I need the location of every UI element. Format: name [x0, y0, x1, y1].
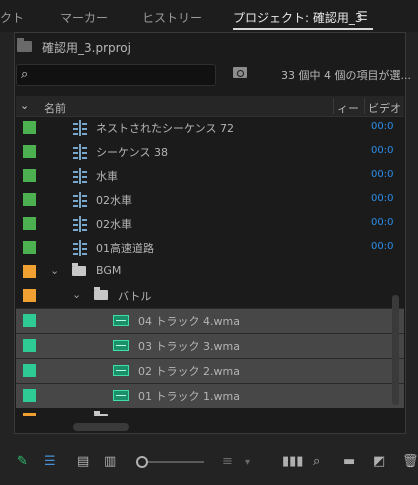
- item-name: 02水車: [96, 218, 132, 231]
- column-divider[interactable]: [364, 98, 365, 114]
- panel-tab-bar: クト マーカー ヒストリー プロジェクト: 確認用_3 ☰: [0, 0, 418, 32]
- video-timecode: 00:0: [371, 193, 394, 204]
- item-name: 04 トラック 4.wma: [138, 315, 240, 328]
- label-color-swatch[interactable]: [23, 241, 36, 254]
- sequence-icon: [73, 168, 87, 184]
- label-color-swatch[interactable]: [23, 413, 36, 416]
- item-name: 02水車: [96, 194, 132, 207]
- video-timecode: 00:0: [371, 241, 394, 252]
- list-item[interactable]: 04 トラック 4.wma: [16, 308, 404, 333]
- project-file-icon: [17, 38, 32, 52]
- automate-to-sequence-icon[interactable]: ▮▮▮: [282, 454, 303, 469]
- trash-icon[interactable]: 🗑: [402, 454, 418, 469]
- project-file-name: 確認用_3.prproj: [42, 41, 131, 55]
- vertical-scrollbar[interactable]: [392, 295, 399, 405]
- item-name: ネストされたシーケンス 72: [96, 122, 234, 135]
- project-toolbar: ✎ ☰ ▤ ▥ ≡ ▾ ▮▮▮ ⌕ ▬ ◩ 🗑: [0, 448, 418, 478]
- list-item[interactable]: ネストされたシーケンス 72 00:0: [16, 116, 404, 140]
- zoom-slider-handle[interactable]: [136, 456, 148, 468]
- list-item[interactable]: 03 トラック 3.wma: [16, 333, 404, 358]
- list-item[interactable]: 01 トラック 1.wma: [16, 383, 404, 408]
- pencil-icon[interactable]: ✎: [17, 454, 28, 469]
- list-item[interactable]: 02 トラック 2.wma: [16, 358, 404, 383]
- label-color-swatch[interactable]: [23, 314, 36, 327]
- bin-folder-icon: [72, 263, 86, 276]
- item-name: バトル: [118, 290, 152, 303]
- item-name: 02 トラック 2.wma: [138, 365, 240, 378]
- search-icon: ⌕: [21, 67, 29, 82]
- horizontal-scrollbar[interactable]: [73, 423, 129, 431]
- audio-clip-icon: [113, 340, 129, 351]
- item-name: 01高速道路: [96, 242, 154, 255]
- tab-history[interactable]: ヒストリー: [142, 9, 202, 26]
- label-color-swatch[interactable]: [23, 265, 36, 278]
- list-item[interactable]: ⌄ BGM: [16, 260, 404, 284]
- video-timecode: 00:0: [371, 217, 394, 228]
- item-name: 01 トラック 1.wma: [138, 390, 240, 403]
- sequence-icon: [73, 144, 87, 160]
- tab-project[interactable]: プロジェクト: 確認用_3: [233, 9, 363, 26]
- item-name: シーケンス 38: [96, 146, 168, 159]
- video-timecode: 00:0: [371, 145, 394, 156]
- sequence-icon: [73, 192, 87, 208]
- find-bin-icon[interactable]: [233, 67, 247, 78]
- sequence-icon: [73, 120, 87, 136]
- list-item[interactable]: ⌄ バトル: [16, 284, 404, 308]
- sequence-icon: [73, 240, 87, 256]
- list-item[interactable]: ⌄ エモい: [16, 408, 404, 416]
- list-item[interactable]: 水車 00:0: [16, 164, 404, 188]
- item-name: 03 トラック 3.wma: [138, 340, 240, 353]
- new-item-icon[interactable]: ◩: [373, 454, 385, 469]
- freeform-view-icon[interactable]: ▥: [104, 454, 116, 469]
- list-item[interactable]: シーケンス 38 00:0: [16, 140, 404, 164]
- sort-dropdown-icon[interactable]: ▾: [245, 457, 250, 468]
- video-timecode: 00:0: [371, 169, 394, 180]
- disclosure-triangle-icon[interactable]: ⌄: [72, 288, 81, 301]
- list-item[interactable]: 02水車 00:0: [16, 212, 404, 236]
- item-name: 水車: [96, 170, 118, 183]
- new-bin-icon[interactable]: ▬: [343, 454, 355, 469]
- column-video[interactable]: ビデオ: [368, 100, 401, 116]
- active-tab-indicator: [233, 28, 373, 30]
- column-media[interactable]: ィー: [337, 100, 359, 116]
- tab-markers[interactable]: マーカー: [60, 9, 108, 26]
- list-item[interactable]: 01高速道路 00:0: [16, 236, 404, 260]
- video-timecode: 00:0: [371, 121, 394, 132]
- sort-icon[interactable]: ≡: [222, 454, 233, 469]
- label-color-swatch[interactable]: [23, 145, 36, 158]
- tab-effects[interactable]: クト: [0, 9, 24, 26]
- item-name: BGM: [96, 264, 122, 277]
- label-color-swatch[interactable]: [23, 389, 36, 402]
- item-name: エモい: [118, 412, 151, 416]
- zoom-slider[interactable]: [148, 461, 204, 463]
- column-divider[interactable]: [333, 98, 334, 114]
- icon-view-icon[interactable]: ▤: [77, 454, 89, 469]
- label-color-swatch[interactable]: [23, 364, 36, 377]
- label-color-swatch[interactable]: [23, 339, 36, 352]
- find-icon[interactable]: ⌕: [313, 454, 320, 469]
- disclosure-triangle-icon[interactable]: ⌄: [50, 264, 59, 277]
- list-view-icon[interactable]: ☰: [44, 454, 56, 469]
- audio-clip-icon: [113, 390, 129, 401]
- sequence-icon: [73, 216, 87, 232]
- column-name[interactable]: 名前: [44, 100, 66, 116]
- project-item-list: ネストされたシーケンス 72 00:0 シーケンス 38 00:0 水車 00:0 02水車…: [16, 116, 404, 416]
- label-color-swatch[interactable]: [23, 217, 36, 230]
- bin-folder-icon: [94, 411, 108, 416]
- bin-folder-icon: [94, 287, 108, 300]
- label-color-swatch[interactable]: [23, 121, 36, 134]
- list-item[interactable]: 02水車 00:0: [16, 188, 404, 212]
- audio-clip-icon: [113, 315, 129, 326]
- item-count-status: 33 個中 4 個の項目が選...: [281, 69, 411, 82]
- collapse-all-icon[interactable]: ⌄: [20, 99, 29, 112]
- label-color-swatch[interactable]: [23, 289, 36, 302]
- audio-clip-icon: [113, 365, 129, 376]
- search-input[interactable]: ⌕: [16, 64, 216, 86]
- hamburger-icon[interactable]: ☰: [357, 9, 368, 23]
- label-color-swatch[interactable]: [23, 169, 36, 182]
- label-color-swatch[interactable]: [23, 193, 36, 206]
- disclosure-triangle-icon[interactable]: ⌄: [72, 412, 81, 416]
